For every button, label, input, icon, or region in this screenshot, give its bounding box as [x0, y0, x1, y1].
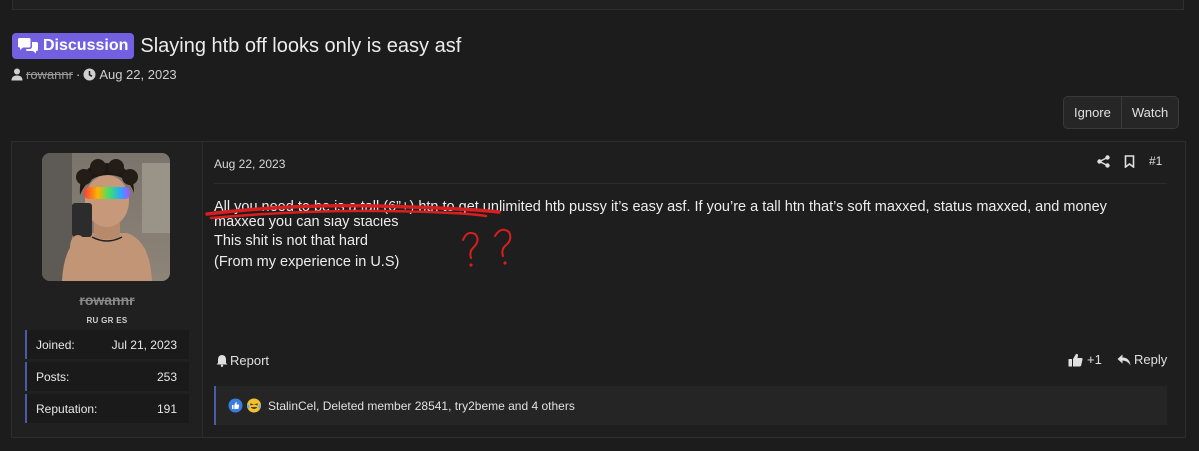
thread-date-link[interactable]: Aug 22, 2023: [99, 67, 176, 82]
stat-label: Joined:: [36, 337, 75, 352]
post-body-line: (From my experience in U.S): [214, 254, 400, 270]
post-author-username[interactable]: rowannr: [12, 292, 202, 308]
reply-arrow-icon: [1117, 354, 1131, 366]
post-date-link[interactable]: Aug 22, 2023: [214, 157, 285, 171]
reactions-bar[interactable]: StalinCel, Deleted member 28541, try2bem…: [214, 386, 1167, 425]
like-button[interactable]: +1: [1068, 352, 1102, 367]
bell-icon: [216, 354, 228, 367]
avatar[interactable]: [42, 153, 170, 281]
user-icon: [11, 68, 23, 81]
stat-posts: Posts: 253: [25, 362, 189, 391]
previous-block-edge: [12, 0, 1184, 10]
stat-reputation: Reputation: 191: [25, 394, 189, 423]
post-number-link[interactable]: #1: [1149, 154, 1162, 168]
stat-label: Reputation:: [36, 401, 98, 416]
ignore-button[interactable]: Ignore: [1064, 97, 1121, 128]
laugh-reaction-icon: [246, 398, 262, 413]
post-divider: [214, 183, 1167, 184]
post-body-line: This shit is not that hard: [214, 233, 368, 249]
post-body-line: All you need to be is a tall (6”+) htn t…: [214, 199, 1107, 215]
reply-label: Reply: [1134, 352, 1168, 367]
thread-meta: rowannr · Aug 22, 2023: [11, 67, 177, 82]
post-author-title: RU GR ES: [86, 316, 128, 325]
post-body: All you need to be is a tall (6”+) htn t…: [214, 197, 1174, 273]
stat-joined: Joined: Jul 21, 2023: [25, 330, 189, 359]
like-count: +1: [1087, 352, 1102, 367]
thread-title: Slaying htb off looks only is easy asf: [140, 34, 462, 57]
clock-icon: [83, 68, 96, 81]
stat-value: Jul 21, 2023: [111, 337, 177, 352]
meta-separator: ·: [75, 67, 81, 82]
stat-value: 253: [156, 369, 177, 384]
watch-button[interactable]: Watch: [1120, 97, 1178, 128]
thread-action-buttons: Ignore Watch: [1063, 96, 1180, 129]
reactions-users-link[interactable]: StalinCel, Deleted member 28541, try2bem…: [268, 399, 575, 413]
chat-bubbles-icon: [17, 37, 39, 55]
share-icon[interactable]: [1097, 154, 1110, 168]
like-reaction-icon: [228, 398, 243, 413]
post-body-line: maxxed you can slay stacies: [214, 218, 399, 230]
post-user-cell: rowannr RU GR ES Joined: Jul 21, 2023 Po…: [12, 142, 203, 437]
post: rowannr RU GR ES Joined: Jul 21, 2023 Po…: [11, 141, 1186, 438]
stat-label: Posts:: [36, 369, 70, 384]
thread-header: Discussion Slaying htb off looks only is…: [12, 33, 461, 59]
thumbs-up-icon: [1068, 353, 1083, 367]
post-actions: #1: [1097, 154, 1162, 168]
stat-value: 191: [156, 401, 177, 416]
bookmark-icon[interactable]: [1124, 154, 1135, 168]
prefix-label: Discussion: [43, 37, 129, 54]
thread-author-link[interactable]: rowannr: [26, 67, 73, 82]
reply-button[interactable]: Reply: [1117, 352, 1167, 367]
report-button[interactable]: Report: [216, 353, 269, 368]
prefix-badge[interactable]: Discussion: [12, 33, 135, 59]
report-label: Report: [230, 353, 270, 368]
